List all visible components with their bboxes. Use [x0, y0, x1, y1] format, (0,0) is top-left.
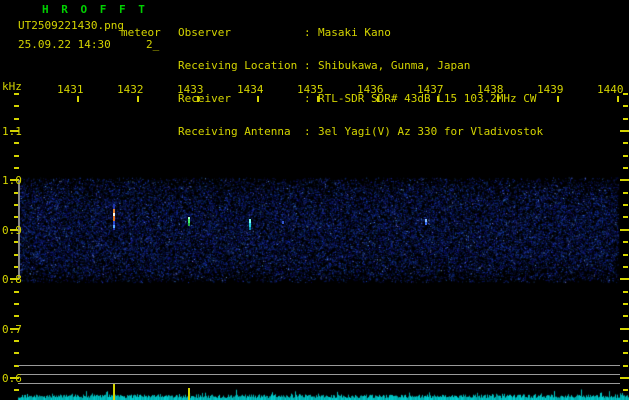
- threshold-line: [18, 383, 620, 384]
- echo-detection-marker: [188, 388, 190, 400]
- y-axis-minor-tick-left: [14, 339, 19, 342]
- x-axis-tick: [557, 96, 559, 102]
- hrofft-screen: 1431 1432 1433 1434 1435 1436 1437 1438 1439 1440…: [0, 0, 629, 400]
- info-label: Observer: [178, 26, 231, 39]
- info-value: Masaki Kano: [318, 26, 391, 39]
- y-axis-major-tick-right: [620, 278, 629, 281]
- counter-cursor: 2_: [146, 38, 160, 51]
- y-axis-minor-tick-right: [623, 352, 628, 355]
- info-value: Shibukawa, Gunma, Japan: [318, 59, 471, 72]
- datetime-label: 25.09.22 14:30: [18, 38, 111, 51]
- info-row-location: Receiving Location: Shibukawa, Gunma, Jap…: [178, 60, 543, 71]
- meteor-echo-segment: [282, 221, 284, 224]
- info-label: Receiving Location: [178, 59, 298, 72]
- y-axis-minor-tick-left: [14, 290, 19, 293]
- y-axis-major-tick-right: [620, 179, 629, 182]
- info-value: 3el Yagi(V) Az 330 for Vladivostok: [318, 125, 544, 138]
- y-axis-tick-label: 0.6: [2, 372, 22, 385]
- y-axis-minor-tick-left: [14, 117, 19, 120]
- x-axis-tick-label: 1440: [597, 83, 624, 96]
- x-axis-tick: [617, 96, 619, 102]
- y-axis-minor-tick-left: [14, 154, 19, 157]
- station-info: Observer: Masaki Kano Receiving Location:…: [178, 5, 543, 159]
- meteor-echo-segment: [425, 222, 427, 225]
- meteor-echo-segment: [249, 227, 251, 230]
- y-axis-minor-tick-right: [623, 339, 628, 342]
- y-axis-minor-tick-left: [14, 302, 19, 305]
- info-colon: :: [304, 125, 311, 138]
- y-axis-minor-tick-left: [14, 105, 19, 108]
- info-label: Receiving Antenna: [178, 125, 291, 138]
- filename-label: UT2509221430.png: [18, 19, 124, 32]
- y-axis-tick-label: 1.1: [2, 125, 22, 138]
- info-value: RTL-SDR SDR# 43dB L15 103.2MHz CW: [318, 92, 537, 105]
- info-colon: :: [304, 92, 311, 105]
- x-axis-tick: [137, 96, 139, 102]
- y-axis-minor-tick-right: [623, 364, 628, 367]
- info-colon: :: [304, 26, 311, 39]
- y-axis-minor-tick-right: [623, 241, 628, 244]
- info-row-receiver: Receiver: RTL-SDR SDR# 43dB L15 103.2MHz …: [178, 93, 543, 104]
- threshold-line: [18, 365, 620, 366]
- y-axis-minor-tick-right: [623, 290, 628, 293]
- mode-label: meteor: [121, 26, 161, 39]
- y-axis-minor-tick-right: [623, 117, 628, 120]
- y-axis-tick-label: 1.0: [2, 174, 22, 188]
- x-axis-tick: [77, 96, 79, 102]
- y-axis-major-tick-right: [620, 377, 629, 379]
- y-axis-minor-tick-left: [14, 389, 19, 392]
- y-axis-minor-tick-right: [623, 142, 628, 145]
- y-axis-minor-tick-left: [14, 167, 19, 170]
- info-label: Receiver: [178, 92, 231, 105]
- y-axis-minor-tick-right: [623, 204, 628, 207]
- threshold-line: [18, 374, 620, 375]
- y-axis-tick-label: 0.7: [2, 322, 22, 336]
- y-axis-minor-tick-right: [623, 167, 628, 170]
- y-axis-minor-tick-left: [14, 142, 19, 145]
- app-title: H R O F F T: [42, 3, 148, 16]
- y-axis-minor-tick-right: [623, 315, 628, 318]
- y-axis-minor-tick-right: [623, 154, 628, 157]
- y-axis-major-tick-right: [620, 130, 629, 132]
- info-row-observer: Observer: Masaki Kano: [178, 27, 543, 38]
- y-axis-minor-tick-right: [623, 253, 628, 256]
- echo-detection-marker: [113, 384, 115, 400]
- y-axis-tick-label: 0.8: [2, 273, 22, 287]
- y-axis-major-tick-right: [620, 228, 629, 231]
- y-axis-tick-label: 0.9: [2, 223, 22, 237]
- y-axis-minor-tick-right: [623, 92, 628, 95]
- y-axis-unit-label: kHz: [2, 80, 22, 93]
- meteor-echo-segment: [188, 223, 190, 226]
- y-axis-minor-tick-left: [14, 315, 19, 318]
- y-axis-major-tick-right: [620, 327, 629, 330]
- y-axis-minor-tick-right: [623, 191, 628, 194]
- y-axis-minor-tick-right: [623, 265, 628, 268]
- y-axis-minor-tick-left: [14, 92, 19, 95]
- x-axis-tick-label: 1432: [117, 83, 144, 96]
- info-row-antenna: Receiving Antenna:3el Yagi(V) Az 330 for…: [178, 126, 543, 137]
- x-axis-tick-label: 1431: [57, 83, 84, 96]
- info-colon: :: [304, 59, 311, 72]
- y-axis-minor-tick-left: [14, 352, 19, 355]
- y-axis-minor-tick-right: [623, 302, 628, 305]
- y-axis-minor-tick-right: [623, 389, 628, 392]
- y-axis-minor-tick-right: [623, 216, 628, 219]
- y-axis-minor-tick-right: [623, 105, 628, 108]
- meteor-echo-segment: [113, 228, 115, 230]
